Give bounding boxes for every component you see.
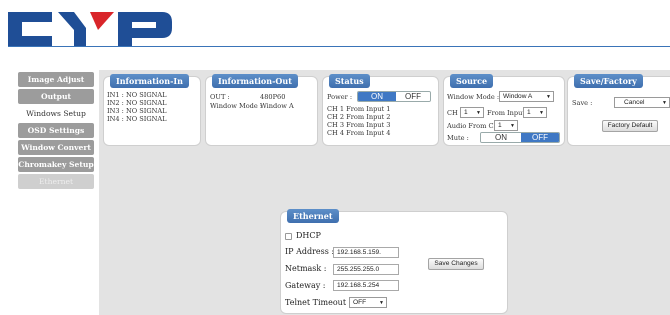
input-status: IN3 : NO SIGNAL: [107, 107, 167, 115]
panel-title: Save/Factory: [574, 74, 643, 88]
input-status: IN4 : NO SIGNAL: [107, 115, 167, 123]
dhcp-checkbox[interactable]: [285, 233, 292, 240]
window-mode-select[interactable]: Window A ▼: [499, 91, 554, 102]
source-panel: Source Window Mode : Window A ▼ CH 1 ▼ F…: [443, 74, 565, 146]
menu-item-image-adjust[interactable]: Image Adjust: [18, 72, 94, 87]
chevron-down-icon: ▼: [662, 100, 667, 106]
panel-title: Status: [329, 74, 370, 88]
audio-from-ch-select[interactable]: 1 ▼: [494, 120, 518, 131]
power-on-button[interactable]: ON: [358, 92, 396, 101]
mute-off-button[interactable]: OFF: [521, 133, 559, 142]
telnet-timeout-select[interactable]: OFF ▼: [349, 297, 387, 308]
menu-item-window-convert[interactable]: Window Convert: [18, 140, 94, 155]
audio-from-ch-label: Audio From CH: [447, 122, 500, 130]
netmask-field[interactable]: [333, 264, 399, 275]
window-mode-value: Window A: [503, 93, 533, 100]
chevron-down-icon: ▼: [510, 123, 515, 129]
save-select[interactable]: Cancel ▼: [614, 97, 670, 108]
ch-select[interactable]: 1 ▼: [460, 107, 484, 118]
ip-address-field[interactable]: [333, 247, 399, 258]
panel-title: Ethernet: [287, 209, 339, 223]
cyp-logo: [8, 12, 172, 46]
from-input-value: 1: [527, 109, 531, 116]
telnet-timeout-label: Telnet Timeout :: [285, 298, 352, 307]
information-out-panel: Information-Out OUT : 480P60 Window Mode…: [205, 74, 318, 146]
power-label: Power :: [327, 93, 353, 101]
ch-label: CH: [447, 109, 458, 117]
save-label: Save :: [572, 99, 593, 107]
chevron-down-icon: ▼: [476, 110, 481, 116]
gateway-label: Gateway :: [285, 281, 326, 290]
mute-on-button[interactable]: ON: [481, 133, 521, 142]
channel-status: CH 2 From Input 2: [327, 113, 391, 121]
channel-status: CH 1 From Input 1: [327, 105, 391, 113]
chevron-down-icon: ▼: [546, 94, 551, 100]
from-input-select[interactable]: 1 ▼: [523, 107, 547, 118]
header-divider: [8, 46, 670, 47]
factory-default-button[interactable]: Factory Default: [602, 120, 658, 132]
window-mode-value: Window A: [260, 102, 294, 110]
window-mode-label: Window Mode :: [210, 102, 263, 110]
status-panel: Status Power : ON OFF CH 1 From Input 1 …: [322, 74, 439, 146]
information-in-panel: Information-In IN1 : NO SIGNAL IN2 : NO …: [103, 74, 201, 146]
out-label: OUT :: [210, 93, 230, 101]
audio-from-ch-value: 1: [498, 122, 502, 129]
mute-label: Mute :: [447, 134, 469, 142]
panel-title: Information-Out: [212, 74, 298, 88]
power-toggle: ON OFF: [357, 91, 431, 102]
power-off-button[interactable]: OFF: [396, 92, 430, 101]
channel-status: CH 3 From Input 3: [327, 121, 391, 129]
ch-value: 1: [464, 109, 468, 116]
window-mode-label: Window Mode :: [447, 93, 500, 101]
input-status: IN2 : NO SIGNAL: [107, 99, 167, 107]
ethernet-panel: Ethernet DHCP IP Address : Netmask : Gat…: [280, 209, 508, 314]
menu-item-chromakey-setup[interactable]: Chromakey Setup: [18, 157, 94, 172]
save-factory-panel: Save/Factory Save : Cancel ▼ Factory Def…: [567, 74, 670, 146]
ip-address-label: IP Address :: [285, 247, 335, 256]
menu-item-ethernet[interactable]: Ethernet: [18, 174, 94, 189]
telnet-timeout-value: OFF: [353, 299, 367, 306]
save-changes-button[interactable]: Save Changes: [428, 258, 484, 270]
out-value: 480P60: [260, 93, 286, 101]
menu-item-osd-settings[interactable]: OSD Settings: [18, 123, 94, 138]
panel-title: Information-In: [110, 74, 189, 88]
from-input-label: From Input: [487, 109, 526, 117]
gateway-field[interactable]: [333, 280, 399, 291]
chevron-down-icon: ▼: [379, 300, 384, 306]
save-value: Cancel: [624, 99, 645, 106]
side-menu: Image Adjust Output Resolution Windows S…: [18, 72, 94, 191]
channel-status: CH 4 From Input 4: [327, 129, 391, 137]
menu-item-windows-setup[interactable]: Windows Setup: [18, 106, 94, 121]
menu-item-output-resolution[interactable]: Output Resolution: [18, 89, 94, 116]
netmask-label: Netmask :: [285, 264, 327, 273]
input-status: IN1 : NO SIGNAL: [107, 91, 167, 99]
chevron-down-icon: ▼: [539, 110, 544, 116]
mute-toggle: ON OFF: [480, 132, 560, 143]
dhcp-label: DHCP: [296, 231, 321, 240]
panel-title: Source: [450, 74, 494, 88]
